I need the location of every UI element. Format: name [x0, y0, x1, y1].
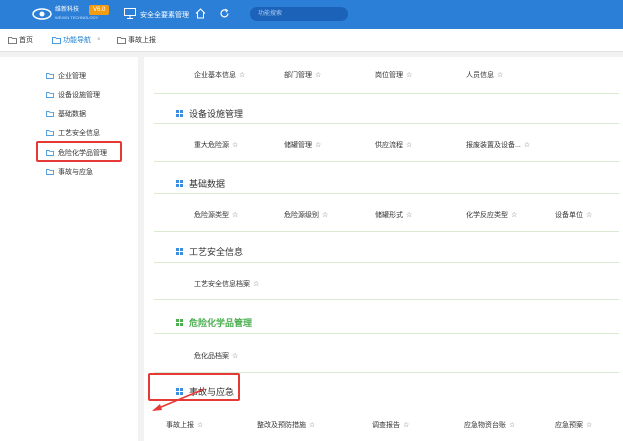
divider — [154, 123, 619, 124]
star-icon[interactable]: ☆ — [315, 72, 321, 79]
star-icon[interactable]: ☆ — [406, 212, 412, 219]
nav-link[interactable]: 应急预案 ☆ — [555, 420, 592, 430]
folder-icon — [52, 37, 61, 44]
system-title[interactable]: 安全全要素管理 — [140, 10, 189, 20]
folder-icon — [46, 111, 54, 117]
brand-name: 维新科技 — [55, 7, 80, 13]
divider — [154, 333, 619, 334]
section-title-base-data: 基础数据 — [176, 177, 225, 190]
nav-link[interactable]: 储罐形式 ☆ — [375, 210, 412, 220]
sidebar-item-base-data[interactable]: 基础数据 — [46, 109, 86, 119]
star-icon[interactable]: ☆ — [406, 142, 412, 149]
nav-link[interactable]: 工艺安全信息档案 ☆ — [194, 279, 259, 289]
sidebar-item-accident-emergency[interactable]: 事故与应急 — [46, 167, 93, 177]
divider — [154, 193, 619, 194]
nav-link[interactable]: 岗位管理 ☆ — [375, 70, 412, 80]
close-icon[interactable]: × — [97, 29, 101, 52]
nav-link[interactable]: 危险源级别 ☆ — [284, 210, 328, 220]
star-icon[interactable]: ☆ — [315, 142, 321, 149]
nav-link[interactable]: 企业基本信息 ☆ — [194, 70, 245, 80]
folder-icon — [46, 73, 54, 79]
star-icon[interactable]: ☆ — [239, 72, 245, 79]
section-title-equipment: 设备设施管理 — [176, 107, 243, 120]
star-icon[interactable]: ☆ — [232, 353, 238, 360]
tab-label: 功能导航 — [63, 37, 91, 44]
brand-subtitle: WEIXIN TECHNOLOGY — [55, 15, 99, 20]
folder-icon — [117, 37, 126, 44]
star-icon[interactable]: ☆ — [253, 281, 259, 288]
tab-label: 事故上报 — [128, 37, 156, 44]
star-icon[interactable]: ☆ — [586, 212, 592, 219]
sidebar-item-equipment[interactable]: 设备设施管理 — [46, 90, 100, 100]
sidebar-item-label: 设备设施管理 — [58, 92, 100, 99]
sidebar-item-label: 企业管理 — [58, 73, 86, 80]
grid-icon — [176, 110, 183, 117]
sidebar-item-label: 事故与应急 — [58, 169, 93, 176]
sidebar-item-enterprise[interactable]: 企业管理 — [46, 71, 86, 81]
star-icon[interactable]: ☆ — [403, 422, 409, 429]
nav-link[interactable]: 供应流程 ☆ — [375, 140, 412, 150]
highlight-box — [36, 141, 122, 162]
search-input[interactable] — [250, 7, 348, 21]
nav-link[interactable]: 重大危险源 ☆ — [194, 140, 238, 150]
star-icon[interactable]: ☆ — [511, 212, 517, 219]
nav-link[interactable]: 化学反应类型 ☆ — [466, 210, 517, 220]
star-icon[interactable]: ☆ — [322, 212, 328, 219]
grid-icon — [176, 180, 183, 187]
star-icon[interactable]: ☆ — [406, 72, 412, 79]
divider — [154, 299, 619, 300]
tab-label: 首页 — [19, 37, 33, 44]
tab-home[interactable]: 首页 — [8, 29, 33, 52]
sidebar-item-label: 工艺安全信息 — [58, 130, 100, 137]
nav-link[interactable]: 储罐管理 ☆ — [284, 140, 321, 150]
refresh-icon[interactable] — [219, 8, 230, 19]
sidebar-item-label: 基础数据 — [58, 111, 86, 118]
star-icon[interactable]: ☆ — [232, 212, 238, 219]
nav-link[interactable]: 调查报告 ☆ — [372, 420, 409, 430]
top-bar: 维新科技 WEIXIN TECHNOLOGY V6.0 安全全要素管理 — [0, 0, 623, 29]
section-title-process-safety: 工艺安全信息 — [176, 245, 243, 258]
nav-link[interactable]: 整改及预防措施 ☆ — [257, 420, 315, 430]
nav-link[interactable]: 事故上报 ☆ — [166, 420, 203, 430]
star-icon[interactable]: ☆ — [197, 422, 203, 429]
folder-icon — [46, 92, 54, 98]
star-icon[interactable]: ☆ — [232, 142, 238, 149]
divider — [154, 231, 619, 232]
star-icon[interactable]: ☆ — [509, 422, 515, 429]
home-icon[interactable] — [195, 8, 206, 19]
tab-accident-report[interactable]: 事故上报 — [117, 29, 156, 52]
version-badge: V6.0 — [89, 5, 110, 15]
nav-link[interactable]: 设备单位 ☆ — [555, 210, 592, 220]
folder-icon — [46, 130, 54, 136]
nav-link[interactable]: 部门管理 ☆ — [284, 70, 321, 80]
divider — [154, 262, 619, 263]
annotation-arrow-icon — [152, 388, 205, 411]
sidebar-item-process-safety[interactable]: 工艺安全信息 — [46, 128, 100, 138]
nav-link[interactable]: 应急物资台账 ☆ — [464, 420, 515, 430]
divider — [154, 161, 619, 162]
folder-icon — [46, 169, 54, 175]
star-icon[interactable]: ☆ — [524, 142, 530, 149]
section-title-hazardous-chemicals: 危险化学品管理 — [176, 316, 252, 329]
nav-link[interactable]: 报废装置及设备... ☆ — [466, 140, 530, 150]
star-icon[interactable]: ☆ — [586, 422, 592, 429]
star-icon[interactable]: ☆ — [309, 422, 315, 429]
sidebar: 企业管理 设备设施管理 基础数据 工艺安全信息 危险化学品管理 事故与应急 — [0, 57, 138, 441]
grid-icon — [176, 319, 183, 326]
star-icon[interactable]: ☆ — [497, 72, 503, 79]
function-nav-panel: 企业基本信息 ☆ 部门管理 ☆ 岗位管理 ☆ 人员信息 ☆ 设备设施管理 重大危险源 ☆ … — [144, 57, 623, 441]
tab-function-nav[interactable]: 功能导航 × — [52, 29, 101, 52]
folder-icon — [8, 37, 17, 44]
nav-link[interactable]: 危化品档案 ☆ — [194, 351, 238, 361]
brand-logo-icon — [32, 8, 52, 20]
monitor-icon — [124, 8, 136, 19]
nav-link[interactable]: 人员信息 ☆ — [466, 70, 503, 80]
grid-icon — [176, 248, 183, 255]
nav-link[interactable]: 危险源类型 ☆ — [194, 210, 238, 220]
divider — [154, 93, 619, 94]
tab-bar: 首页 功能导航 × 事故上报 — [0, 29, 623, 52]
